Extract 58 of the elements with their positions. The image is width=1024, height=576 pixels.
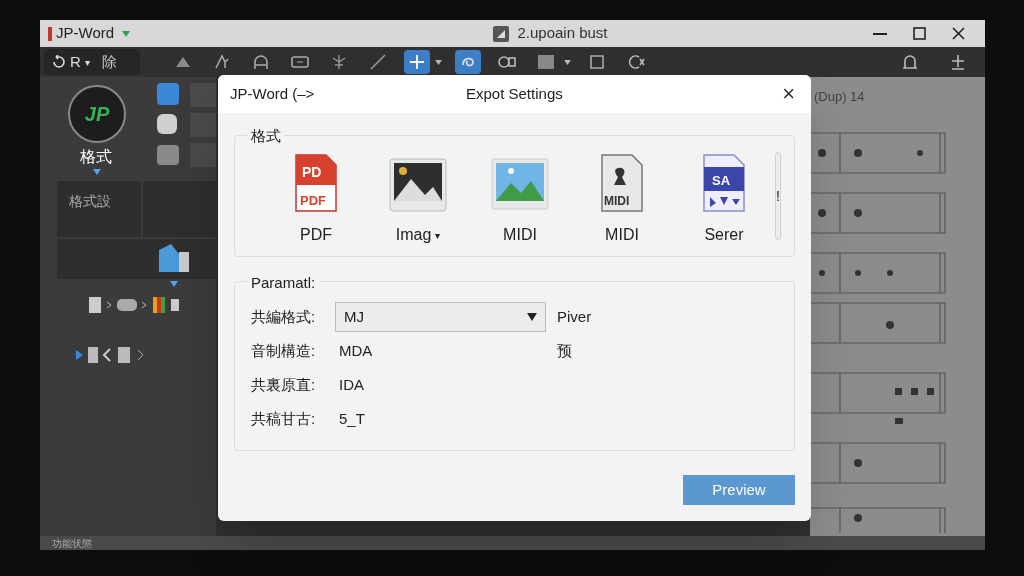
caret-icon <box>527 313 537 321</box>
arrow-icon <box>213 53 231 71</box>
parameter-label: 音制構造: <box>251 340 317 361</box>
mountain-photo-icon <box>389 155 447 213</box>
toolbar-button[interactable] <box>404 50 430 74</box>
close-button[interactable]: × <box>782 83 795 105</box>
flag-icon <box>588 53 606 71</box>
format-label: 格式 <box>80 147 112 167</box>
square-icon <box>537 53 555 71</box>
panel-tile[interactable]: 格式設 <box>57 181 141 237</box>
mode-selector[interactable]: R ▾ 除 <box>44 49 140 75</box>
app-logo: JP <box>68 85 126 143</box>
bell-icon[interactable] <box>901 53 919 71</box>
status-text: 功能状態 <box>52 536 92 550</box>
more-button[interactable]: ! <box>775 152 781 240</box>
landscape-image-icon <box>491 155 549 213</box>
minimize-icon[interactable] <box>873 32 887 35</box>
screen-icon <box>291 53 309 71</box>
crosshair-icon <box>408 53 426 71</box>
panel-title: 格式設 <box>69 193 111 209</box>
parameter-value: 5_T <box>339 410 365 427</box>
circle-square-icon <box>498 53 516 71</box>
document-icon <box>493 25 510 42</box>
parameter-note: Piver <box>557 306 592 327</box>
window-title: 2.upoain bust <box>517 23 608 44</box>
arch-icon <box>252 53 270 71</box>
format-option[interactable]: MIDI MIDI <box>571 153 673 247</box>
score-header: (Dup) 14 <box>813 88 866 106</box>
pdf-file-icon: PD PDF <box>292 153 340 213</box>
parameter-value: IDA <box>339 376 364 393</box>
close-icon[interactable] <box>952 27 965 40</box>
parameter-value: MDA <box>339 342 373 359</box>
format-select[interactable]: MJ <box>335 302 546 332</box>
refresh-icon <box>52 55 66 69</box>
score-file-icon: SA <box>700 153 748 213</box>
music-file-icon: MIDI <box>598 153 646 213</box>
pen-icon <box>369 53 387 71</box>
format-option[interactable]: Imag ▾ <box>367 155 469 247</box>
caret-icon[interactable] <box>564 59 571 65</box>
branch-icon <box>330 53 348 71</box>
dialog-app-label: JP-Word (–> <box>230 83 315 104</box>
format-option[interactable]: SA Serer <box>673 153 775 247</box>
dialog-title: Expot Settings <box>466 83 563 104</box>
app-mark-icon <box>48 26 52 41</box>
plus-icon[interactable] <box>949 53 967 71</box>
cursor-icon <box>627 53 645 71</box>
caret-icon[interactable] <box>435 59 442 65</box>
format-option[interactable]: PD PDF PDF <box>265 153 367 247</box>
parameter-label: 共編格式: <box>251 306 317 327</box>
parameter-label: 共裏原直: <box>251 374 317 395</box>
parameter-note: 预 <box>557 340 572 361</box>
app-name: JP-Word <box>56 23 115 44</box>
format-option[interactable]: MIDI <box>469 155 571 247</box>
caret-icon[interactable] <box>170 281 178 287</box>
maximize-icon[interactable] <box>913 27 926 40</box>
toolbar-button[interactable] <box>455 50 481 74</box>
caret-icon[interactable] <box>93 169 101 175</box>
parameter-label: 共稿甘古: <box>251 408 317 429</box>
